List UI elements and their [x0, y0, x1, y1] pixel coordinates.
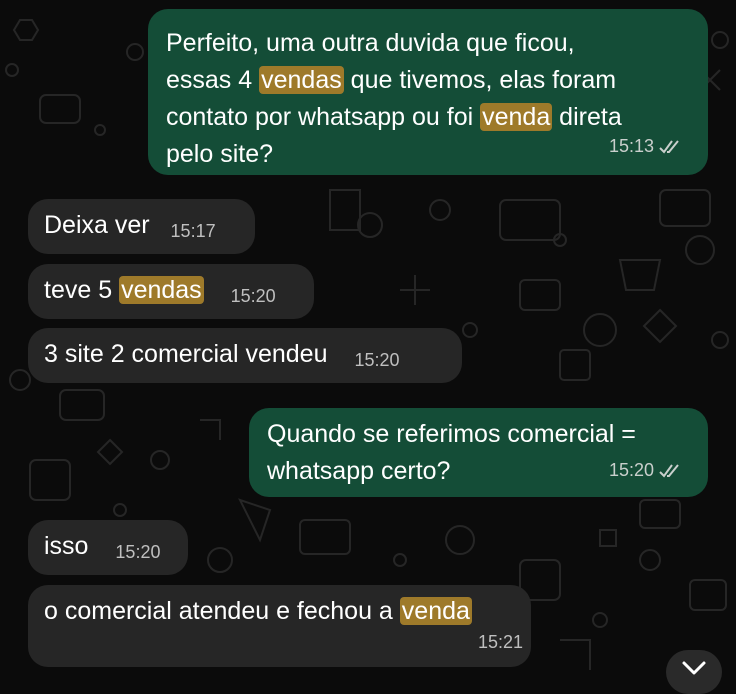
message-bubble-incoming[interactable]: o comercial atendeu e fechou a venda 15:…: [28, 585, 531, 667]
message-time: 15:21: [477, 632, 523, 652]
read-double-check-icon: [659, 139, 679, 154]
message-text: 3 site 2 comercial vendeu: [44, 340, 328, 368]
message-time: 15:20: [115, 542, 161, 562]
scroll-to-bottom-button[interactable]: [666, 650, 722, 694]
message-time: 15:20: [354, 350, 400, 370]
message-time: 15:13: [608, 136, 654, 156]
message-text: teve 5 vendas: [44, 276, 204, 304]
message-bubble-outgoing[interactable]: Quando se referimos comercial = whatsapp…: [249, 408, 708, 497]
search-highlight: venda: [480, 103, 553, 131]
search-highlight: vendas: [259, 66, 344, 94]
message-time: 15:20: [608, 460, 654, 480]
message-text: isso: [44, 532, 89, 560]
message-bubble-incoming[interactable]: Deixa ver 15:17: [28, 199, 255, 254]
read-double-check-icon: [659, 463, 679, 478]
message-bubble-outgoing[interactable]: Perfeito, uma outra duvida que ficou, es…: [148, 9, 708, 175]
message-bubble-incoming[interactable]: teve 5 vendas 15:20: [28, 264, 314, 319]
message-bubble-incoming[interactable]: isso 15:20: [28, 520, 188, 575]
message-time: 15:20: [230, 286, 276, 306]
message-text: o comercial atendeu e fechou a venda: [44, 597, 472, 625]
chevron-down-icon: [682, 661, 706, 675]
message-meta: 15:13: [609, 128, 684, 165]
search-highlight: vendas: [119, 276, 204, 304]
message-text: Deixa ver: [44, 211, 150, 239]
message-time: 15:17: [170, 221, 216, 241]
message-bubble-incoming[interactable]: 3 site 2 comercial vendeu 15:20: [28, 328, 462, 383]
search-highlight: venda: [399, 597, 472, 625]
message-meta: 15:20: [609, 452, 684, 489]
